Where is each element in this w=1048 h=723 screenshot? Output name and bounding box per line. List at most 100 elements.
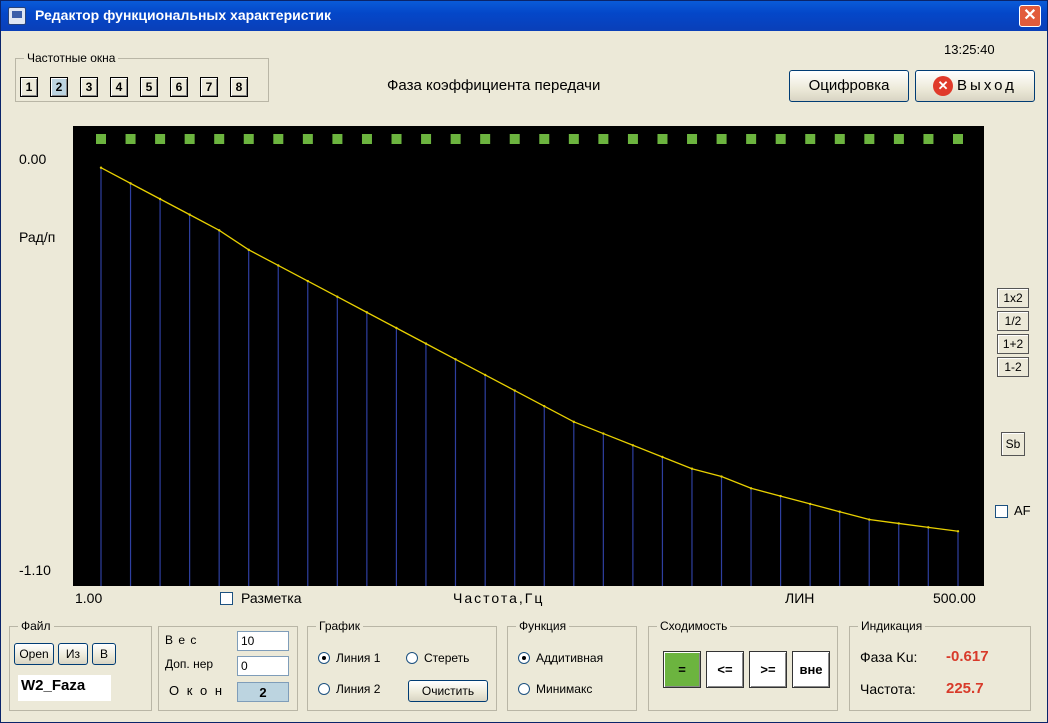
clear-button[interactable]: Очистить xyxy=(408,680,488,702)
line1-radio[interactable] xyxy=(318,652,330,664)
scale-sum-button[interactable]: 1+2 xyxy=(997,334,1029,354)
frequency-marker[interactable] xyxy=(332,134,343,144)
convergence-le-button[interactable]: <= xyxy=(706,651,744,688)
frequency-marker[interactable] xyxy=(657,134,668,144)
frequency-marker[interactable] xyxy=(480,134,491,144)
frequency-marker[interactable] xyxy=(391,134,402,144)
freq-window-button-4[interactable]: 4 xyxy=(110,77,128,97)
indication-group: Индикация Фаза Ku: -0.617 Частота: 225.7 xyxy=(849,619,1031,711)
frequency-marker[interactable] xyxy=(509,134,520,144)
sb-button[interactable]: Sb xyxy=(1001,432,1025,456)
chart-point[interactable] xyxy=(956,530,960,533)
frequency-marker[interactable] xyxy=(864,134,875,144)
x-axis-label: Частота,Гц xyxy=(453,590,545,606)
af-checkbox[interactable] xyxy=(995,505,1008,518)
frequency-marker[interactable] xyxy=(302,134,313,144)
chart-point[interactable] xyxy=(395,326,398,330)
freq-window-button-2[interactable]: 2 xyxy=(50,77,68,97)
frequency-marker[interactable] xyxy=(627,134,638,144)
frequency-marker[interactable] xyxy=(775,134,786,144)
freq-window-button-6[interactable]: 6 xyxy=(170,77,188,97)
frequency-marker[interactable] xyxy=(450,134,461,144)
chart-point[interactable] xyxy=(129,182,132,185)
chart-point[interactable] xyxy=(808,502,812,506)
frequency-marker[interactable] xyxy=(155,134,166,144)
extra-input[interactable]: 0 xyxy=(237,656,289,676)
chart-point[interactable] xyxy=(158,197,162,201)
chart-point[interactable] xyxy=(897,522,900,525)
frequency-marker[interactable] xyxy=(953,134,963,144)
chart-point[interactable] xyxy=(779,494,782,498)
chart-point[interactable] xyxy=(188,213,191,216)
chart-point[interactable] xyxy=(217,229,221,232)
convergence-ge-button[interactable]: >= xyxy=(749,651,787,688)
additive-label: Аддитивная xyxy=(536,651,604,665)
erase-radio[interactable] xyxy=(406,652,418,664)
chart-point[interactable] xyxy=(661,455,664,459)
convergence-outside-button[interactable]: вне xyxy=(792,651,830,688)
exit-button[interactable]: ✕ Выход xyxy=(915,70,1035,102)
weight-input[interactable]: 10 xyxy=(237,631,289,651)
chart-point[interactable] xyxy=(99,166,103,169)
frequency-marker[interactable] xyxy=(834,134,845,144)
frequency-marker[interactable] xyxy=(568,134,579,144)
chart-point[interactable] xyxy=(454,358,457,361)
freq-window-button-7[interactable]: 7 xyxy=(200,77,218,97)
frequency-marker[interactable] xyxy=(716,134,727,144)
convergence-equal-button[interactable]: = xyxy=(663,651,701,688)
chart-point[interactable] xyxy=(513,389,516,392)
freq-window-button-8[interactable]: 8 xyxy=(230,77,248,97)
chart-point[interactable] xyxy=(277,264,280,267)
chart-point[interactable] xyxy=(483,373,487,377)
freq-window-button-5[interactable]: 5 xyxy=(140,77,158,97)
frequency-marker[interactable] xyxy=(243,134,254,144)
filename-field[interactable]: W2_Faza xyxy=(18,675,111,701)
frequency-marker[interactable] xyxy=(746,134,757,144)
digitize-button[interactable]: Оцифровка xyxy=(789,70,909,102)
additive-radio[interactable] xyxy=(518,652,530,664)
export-button[interactable]: В xyxy=(92,643,116,665)
app-window: Редактор функциональных характеристик ✕ … xyxy=(0,0,1048,723)
scale-1x2-button[interactable]: 1x2 xyxy=(997,288,1029,308)
chart-point[interactable] xyxy=(306,279,309,283)
chart-point[interactable] xyxy=(424,342,428,345)
open-button[interactable]: Open xyxy=(14,643,54,665)
frequency-marker[interactable] xyxy=(687,134,698,144)
chart-point[interactable] xyxy=(365,311,369,314)
close-button[interactable]: ✕ xyxy=(1019,5,1041,27)
chart-point[interactable] xyxy=(927,526,930,529)
chart-point[interactable] xyxy=(838,510,841,513)
frequency-marker[interactable] xyxy=(184,134,195,144)
frequency-marker[interactable] xyxy=(96,134,106,144)
frequency-marker[interactable] xyxy=(421,134,432,144)
freq-window-button-1[interactable]: 1 xyxy=(20,77,38,97)
chart-point[interactable] xyxy=(572,420,576,424)
phase-plot[interactable] xyxy=(73,126,984,586)
frequency-marker[interactable] xyxy=(125,134,136,144)
markup-checkbox[interactable] xyxy=(220,592,233,605)
minimax-radio[interactable] xyxy=(518,683,530,695)
frequency-marker[interactable] xyxy=(539,134,550,144)
chart-point[interactable] xyxy=(247,248,250,252)
freq-window-button-3[interactable]: 3 xyxy=(80,77,98,97)
frequency-marker[interactable] xyxy=(923,134,934,144)
scale-half-button[interactable]: 1/2 xyxy=(997,311,1029,331)
frequency-marker[interactable] xyxy=(214,134,225,144)
frequency-marker[interactable] xyxy=(805,134,816,144)
import-button[interactable]: Из xyxy=(58,643,88,665)
title-bar[interactable]: Редактор функциональных характеристик ✕ xyxy=(1,1,1047,31)
frequency-marker[interactable] xyxy=(893,134,904,144)
chart-point[interactable] xyxy=(690,467,694,470)
frequency-marker[interactable] xyxy=(273,134,284,144)
chart-point[interactable] xyxy=(720,475,723,478)
scale-diff-button[interactable]: 1-2 xyxy=(997,357,1029,377)
chart-point[interactable] xyxy=(543,404,546,408)
chart-point[interactable] xyxy=(602,432,605,435)
chart-point[interactable] xyxy=(868,518,871,521)
line2-radio[interactable] xyxy=(318,683,330,695)
frequency-marker[interactable] xyxy=(361,134,372,144)
frequency-marker[interactable] xyxy=(598,134,609,144)
chart-point[interactable] xyxy=(631,444,635,447)
chart-point[interactable] xyxy=(749,487,753,490)
chart-point[interactable] xyxy=(336,295,339,298)
